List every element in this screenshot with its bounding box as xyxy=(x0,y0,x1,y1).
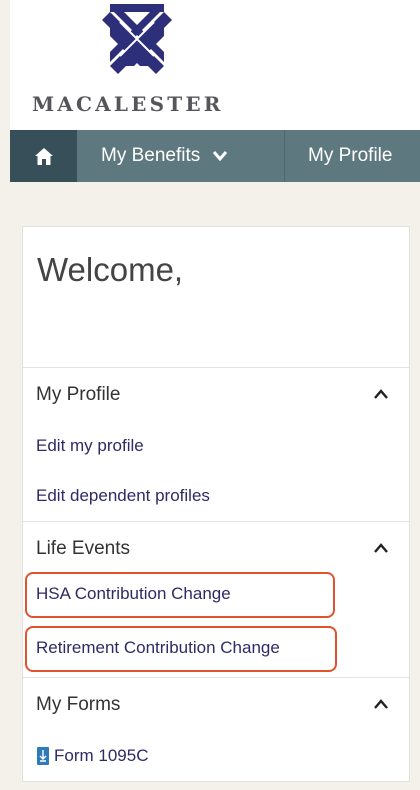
home-icon xyxy=(34,147,53,165)
chevron-up-icon[interactable] xyxy=(373,698,389,710)
link-form-1095c[interactable]: Form 1095C xyxy=(54,746,148,766)
nav-my-benefits[interactable]: My Benefits xyxy=(77,130,285,182)
welcome-heading: Welcome, xyxy=(37,251,184,288)
section-my-profile: My Profile Edit my profile Edit dependen… xyxy=(23,367,409,521)
nav-my-profile-label: My Profile xyxy=(308,145,393,166)
brand-wordmark: MACALESTER xyxy=(32,92,224,116)
section-title-life-events: Life Events xyxy=(36,538,130,559)
chevron-up-icon[interactable] xyxy=(373,388,389,400)
nav-my-benefits-label: My Benefits xyxy=(101,145,201,166)
link-edit-my-profile[interactable]: Edit my profile xyxy=(36,436,144,456)
site-header: MACALESTER xyxy=(10,0,420,130)
section-title-my-forms: My Forms xyxy=(36,694,121,715)
nav-my-profile[interactable]: My Profile xyxy=(285,130,392,182)
section-title-my-profile: My Profile xyxy=(36,384,121,405)
link-retirement-contribution-change[interactable]: Retirement Contribution Change xyxy=(36,638,280,658)
link-edit-dependent-profiles[interactable]: Edit dependent profiles xyxy=(36,486,210,506)
sidebar-panel: Welcome, My Profile Edit my profile Edit… xyxy=(22,226,410,782)
download-icon xyxy=(37,747,49,765)
section-life-events: Life Events HSA Contribution Change Reti… xyxy=(23,521,409,677)
section-my-forms: My Forms Form 1095C xyxy=(23,677,409,781)
chevron-down-icon xyxy=(213,151,228,162)
link-hsa-contribution-change[interactable]: HSA Contribution Change xyxy=(36,584,231,604)
chevron-up-icon[interactable] xyxy=(373,542,389,554)
macalester-logo-mark xyxy=(102,4,172,74)
nav-home-button[interactable] xyxy=(10,130,77,182)
main-nav: My Benefits My Profile xyxy=(10,130,420,182)
